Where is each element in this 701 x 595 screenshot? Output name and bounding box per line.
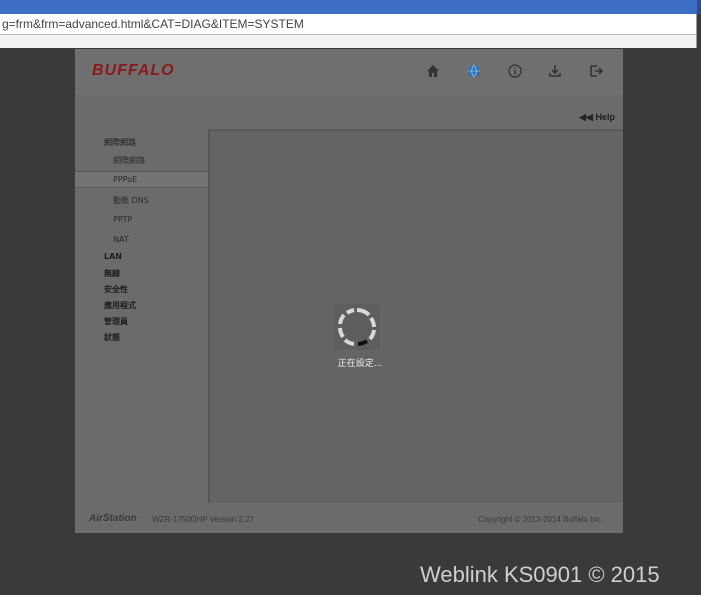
sub-header [75, 95, 623, 129]
nav-item-ddns[interactable]: 動態 DNS [113, 195, 149, 206]
nav-item-pptp[interactable]: PPTP [113, 215, 132, 224]
browser-title-bar [0, 0, 701, 14]
airstation-logo: AirStation [89, 513, 137, 524]
nav-item-pppoe[interactable]: PPPoE [113, 175, 137, 184]
router-header: BUFFALO [75, 49, 623, 96]
nav-item-security[interactable]: 安全性 [104, 284, 128, 295]
window-right-edge [697, 14, 701, 595]
title-bar-edge [697, 0, 701, 14]
nav-item-pppoe-active [75, 171, 208, 188]
help-label: Help [595, 112, 615, 122]
info-icon[interactable] [506, 62, 524, 80]
collapse-arrows-icon: ◀◀ [579, 112, 593, 122]
address-bar[interactable]: g=frm&frm=advanced.html&CAT=DIAG&ITEM=SY… [0, 14, 697, 35]
router-page: BUFFALO ◀◀ Help 網際網路 網際網路 PPPoE 動態 DNS P… [75, 49, 623, 533]
home-icon[interactable] [424, 62, 442, 80]
globe-icon[interactable] [465, 62, 483, 80]
loading-text: 正在設定... [337, 359, 383, 369]
nav-item-nat[interactable]: NAT [113, 235, 129, 244]
help-link[interactable]: ◀◀ Help [579, 112, 615, 123]
nav-item-lan[interactable]: LAN [104, 252, 122, 261]
browser-toolbar-gap [0, 35, 697, 48]
content-panel [208, 129, 623, 503]
download-icon[interactable] [546, 62, 564, 80]
nav-item-applications[interactable]: 應用程式 [104, 300, 136, 311]
sidebar-nav: 網際網路 網際網路 PPPoE 動態 DNS PPTP NAT LAN 無線 安… [75, 129, 208, 503]
nav-item-internet[interactable]: 網際網路 [113, 155, 145, 166]
nav-item-status[interactable]: 狀態 [104, 332, 120, 343]
copyright-text: Copyright © 2013-2014 Buffalo Inc. [478, 515, 603, 524]
logout-icon[interactable] [587, 62, 605, 80]
model-version: WZR-1750DHP Version 2.27 [152, 515, 255, 524]
loading-spinner-icon [334, 304, 380, 350]
buffalo-logo[interactable]: BUFFALO [92, 62, 175, 80]
nav-item-wireless[interactable]: 無線 [104, 268, 120, 279]
nav-group-internet[interactable]: 網際網路 [104, 137, 136, 148]
watermark: Weblink KS0901 © 2015 [420, 562, 660, 587]
router-footer: AirStation WZR-1750DHP Version 2.27 Copy… [75, 503, 623, 533]
nav-item-admin[interactable]: 管理員 [104, 316, 128, 327]
